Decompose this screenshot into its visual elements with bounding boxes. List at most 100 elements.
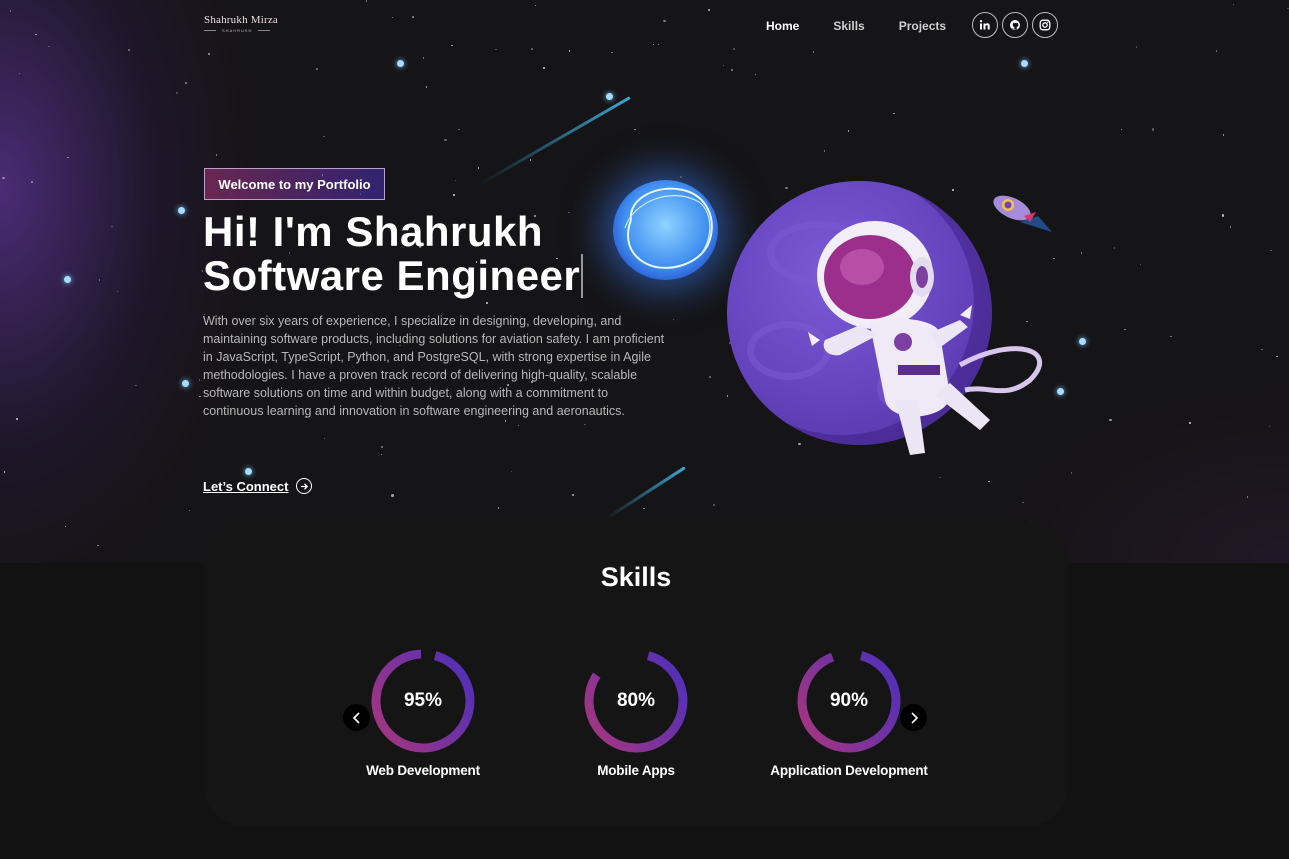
hero-headline: Hi! I'm Shahrukh Software Engineer [203, 208, 584, 298]
logo-name: Shahrukh Mirza [204, 14, 278, 26]
star [381, 446, 383, 448]
star [543, 67, 545, 69]
star [568, 50, 571, 52]
logo-tagline: SHAHRUKH [204, 28, 278, 33]
star [722, 64, 725, 67]
star [97, 544, 99, 547]
star [323, 437, 326, 440]
glowing-star [64, 276, 71, 283]
glowing-star [178, 207, 185, 214]
skill-label: Web Development [366, 763, 480, 778]
star [1139, 263, 1142, 266]
star [785, 186, 788, 190]
skill-percent: 90% [829, 690, 869, 711]
star [1113, 247, 1116, 249]
star [453, 194, 455, 196]
star [9, 10, 12, 12]
star [672, 318, 675, 321]
star [709, 376, 711, 378]
star [529, 159, 532, 161]
skills-section: Skills 95% Web Development 80% Mobile Ap… [204, 521, 1068, 826]
linkedin-link[interactable] [972, 12, 998, 38]
star [477, 167, 480, 169]
star [67, 156, 69, 159]
skill-item-mobile-apps: 80% Mobile Apps [551, 647, 721, 778]
glowing-star [182, 380, 189, 387]
star [893, 112, 895, 115]
star [16, 418, 18, 420]
lets-connect-button[interactable]: Let’s Connect [203, 478, 313, 494]
skill-item-web-development: 95% Web Development [338, 647, 508, 778]
star [116, 290, 119, 293]
github-link[interactable] [1002, 12, 1028, 38]
instagram-link[interactable] [1032, 12, 1058, 38]
headline-line-1: Hi! I'm Shahrukh [203, 208, 544, 255]
star [198, 379, 201, 381]
star [1268, 425, 1271, 428]
star [1221, 214, 1225, 217]
star [391, 16, 394, 19]
nav-link-home[interactable]: Home [766, 19, 799, 33]
skill-item-application-development: 90% Application Development [764, 647, 934, 778]
star [534, 4, 536, 7]
star [3, 471, 6, 473]
star [823, 150, 826, 152]
welcome-tagline: Welcome to my Portfolio [204, 168, 385, 200]
star [185, 82, 187, 84]
star [732, 47, 736, 51]
star [1276, 355, 1278, 358]
star [1189, 422, 1191, 424]
star [663, 19, 666, 23]
star [495, 48, 497, 51]
star [208, 53, 210, 55]
lets-connect-label: Let’s Connect [203, 478, 289, 494]
star [952, 189, 954, 191]
star [188, 509, 191, 512]
star [510, 470, 513, 473]
star [726, 395, 729, 397]
star [128, 49, 130, 51]
logo-tagline-text: SHAHRUKH [222, 28, 253, 33]
star [458, 128, 460, 131]
star [176, 92, 178, 94]
meteor [477, 96, 631, 187]
star [18, 72, 21, 75]
progress-ring: 90% [795, 647, 903, 755]
star [486, 302, 488, 304]
site-logo[interactable]: Shahrukh Mirza SHAHRUKH [204, 14, 278, 33]
headline-line-2: Software Engineer [203, 254, 584, 298]
rocket-illustration [993, 195, 1052, 232]
star [1053, 257, 1055, 260]
skill-label: Mobile Apps [597, 763, 675, 778]
star [1215, 50, 1218, 52]
star [111, 225, 113, 228]
star [572, 494, 574, 496]
star [504, 420, 507, 422]
glowing-orb-illustration [613, 180, 718, 280]
star [643, 507, 645, 510]
linkedin-icon [979, 20, 990, 30]
star [1080, 252, 1083, 254]
star [425, 86, 428, 88]
instagram-icon [1039, 19, 1051, 31]
nav-link-skills[interactable]: Skills [833, 19, 864, 33]
social-links [972, 12, 1058, 38]
skill-percent: 80% [616, 690, 656, 711]
star [412, 16, 414, 18]
progress-ring: 80% [582, 647, 690, 755]
star [531, 48, 533, 50]
star [1070, 472, 1073, 474]
star [1022, 501, 1024, 504]
nav-link-projects[interactable]: Projects [899, 19, 946, 33]
star [754, 73, 757, 76]
star [1124, 328, 1126, 331]
star [2, 176, 5, 180]
star [451, 44, 453, 47]
star [1222, 134, 1225, 136]
star [454, 179, 457, 182]
star [391, 494, 394, 497]
star [652, 43, 655, 46]
star [1170, 335, 1172, 338]
star [1229, 226, 1232, 228]
github-icon [1010, 20, 1020, 30]
